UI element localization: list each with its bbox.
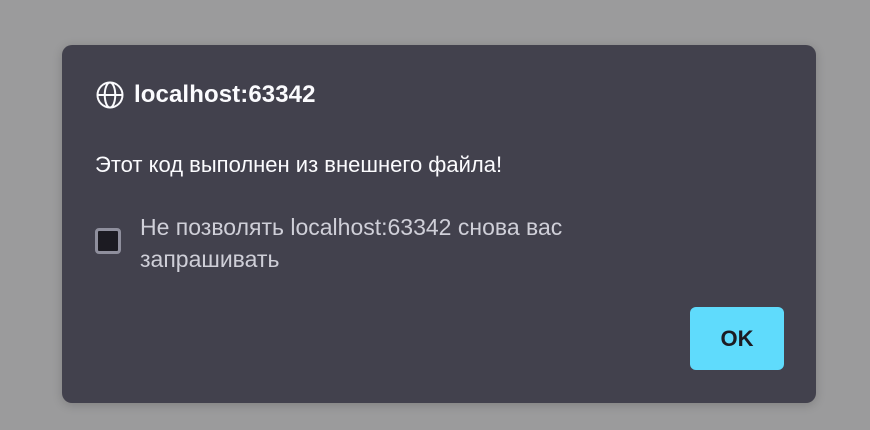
suppress-checkbox-row[interactable]: Не позволять localhost:63342 снова вас з… xyxy=(95,211,700,275)
suppress-checkbox-label[interactable]: Не позволять localhost:63342 снова вас з… xyxy=(140,211,700,275)
ok-button[interactable]: OK xyxy=(690,307,784,370)
alert-dialog: localhost:63342 Этот код выполнен из вне… xyxy=(62,45,816,403)
dialog-message: Этот код выполнен из внешнего файла! xyxy=(95,152,503,177)
globe-icon xyxy=(95,80,125,110)
dialog-header: localhost:63342 xyxy=(95,79,316,111)
suppress-checkbox[interactable] xyxy=(95,228,121,254)
dialog-origin: localhost:63342 xyxy=(134,81,316,108)
